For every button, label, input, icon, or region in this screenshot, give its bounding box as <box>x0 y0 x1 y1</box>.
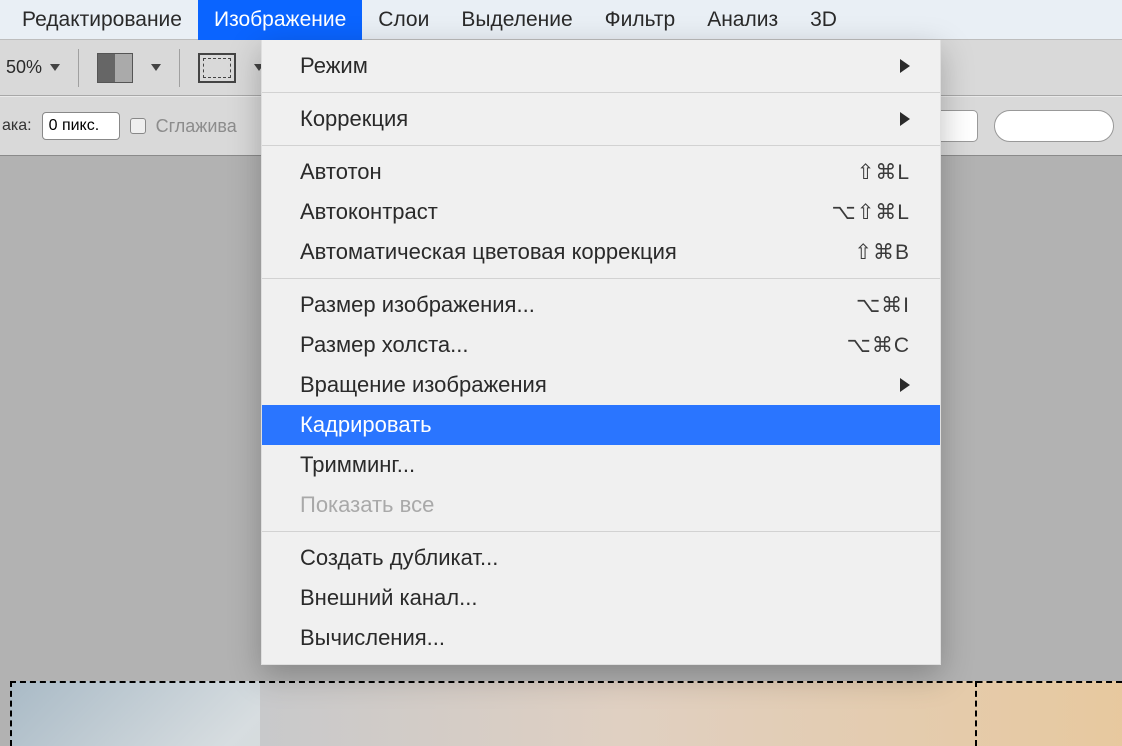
menu-item-label: Автотон <box>300 159 857 185</box>
swatch-icon[interactable] <box>97 53 133 83</box>
menu-item-label: Размер изображения... <box>300 292 856 318</box>
main-menubar: РедактированиеИзображениеСлоиВыделениеФи… <box>0 0 1122 40</box>
menu-item-label: Размер холста... <box>300 332 847 358</box>
menu-item[interactable]: Внешний канал... <box>262 578 940 618</box>
menu-фильтр[interactable]: Фильтр <box>589 0 692 40</box>
menu-item[interactable]: Размер изображения...⌥⌘I <box>262 285 940 325</box>
menu-item[interactable]: Автоматическая цветовая коррекция⇧⌘B <box>262 232 940 272</box>
submenu-arrow-icon <box>900 59 910 73</box>
menu-item[interactable]: Размер холста...⌥⌘C <box>262 325 940 365</box>
menu-item-label: Коррекция <box>300 106 900 132</box>
menu-item-label: Режим <box>300 53 900 79</box>
menu-item-label: Вращение изображения <box>300 372 900 398</box>
right-field-2[interactable] <box>994 110 1114 142</box>
image-preview <box>10 681 260 746</box>
submenu-arrow-icon <box>900 378 910 392</box>
menu-item-label: Показать все <box>300 492 910 518</box>
image-preview <box>260 681 1122 746</box>
menu-редактирование[interactable]: Редактирование <box>6 0 198 40</box>
menu-item-label: Внешний канал... <box>300 585 910 611</box>
antialias-label: Сглажива <box>156 116 237 137</box>
menu-item[interactable]: Вращение изображения <box>262 365 940 405</box>
caret-down-icon[interactable] <box>151 64 161 71</box>
menu-выделение[interactable]: Выделение <box>445 0 588 40</box>
menu-анализ[interactable]: Анализ <box>691 0 794 40</box>
selection-marquee <box>975 681 977 746</box>
menu-item-shortcut: ⌥⇧⌘L <box>832 200 910 225</box>
submenu-arrow-icon <box>900 112 910 126</box>
menu-item-shortcut: ⇧⌘B <box>854 240 910 265</box>
separator <box>78 49 79 87</box>
menu-item-label: Вычисления... <box>300 625 910 651</box>
screen-mode-icon[interactable] <box>198 53 236 83</box>
menu-item[interactable]: Кадрировать <box>262 405 940 445</box>
menu-item[interactable]: Автоконтраст⌥⇧⌘L <box>262 192 940 232</box>
menu-item[interactable]: Создать дубликат... <box>262 538 940 578</box>
menu-item-shortcut: ⌥⌘I <box>856 293 910 318</box>
menu-слои[interactable]: Слои <box>362 0 445 40</box>
menu-item-label: Тримминг... <box>300 452 910 478</box>
zoom-dropdown[interactable]: 50% <box>6 57 60 78</box>
menu-item[interactable]: Тримминг... <box>262 445 940 485</box>
feather-input[interactable] <box>42 112 120 140</box>
menu-item[interactable]: Режим <box>262 46 940 86</box>
caret-down-icon <box>50 64 60 71</box>
selection-marquee <box>10 681 12 746</box>
menu-item-label: Автоконтраст <box>300 199 832 225</box>
menu-item[interactable]: Автотон⇧⌘L <box>262 152 940 192</box>
menu-item-label: Автоматическая цветовая коррекция <box>300 239 854 265</box>
selection-marquee <box>10 681 1122 683</box>
feather-label: ака: <box>2 117 32 135</box>
menu-item[interactable]: Вычисления... <box>262 618 940 658</box>
menu-изображение[interactable]: Изображение <box>198 0 362 40</box>
menu-item-label: Кадрировать <box>300 412 910 438</box>
menu-item[interactable]: Коррекция <box>262 99 940 139</box>
menu-item-label: Создать дубликат... <box>300 545 910 571</box>
menu-item: Показать все <box>262 485 940 525</box>
separator <box>179 49 180 87</box>
zoom-label: 50% <box>6 57 42 78</box>
menu-3d[interactable]: 3D <box>794 0 853 40</box>
menu-item-shortcut: ⇧⌘L <box>857 160 910 185</box>
image-menu-dropdown: РежимКоррекцияАвтотон⇧⌘LАвтоконтраст⌥⇧⌘L… <box>261 40 941 665</box>
menu-item-shortcut: ⌥⌘C <box>847 333 910 358</box>
antialias-checkbox[interactable] <box>130 118 146 134</box>
